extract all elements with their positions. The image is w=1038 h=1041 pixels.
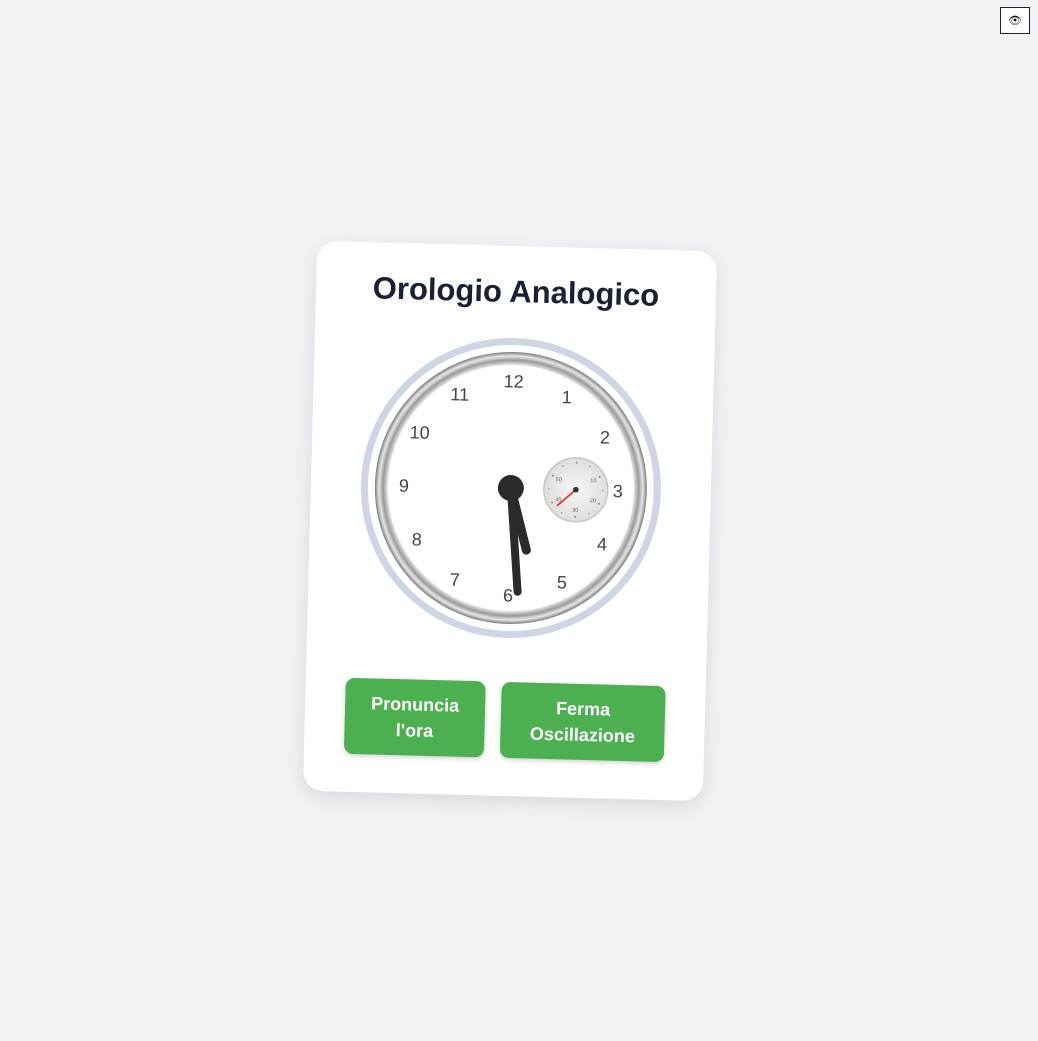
- clock-number: 3: [613, 481, 624, 501]
- clock-number: 12: [503, 371, 524, 392]
- clock-number: 1: [561, 387, 572, 407]
- clock-number: 6: [503, 585, 514, 605]
- page-title: Orologio Analogico: [372, 270, 660, 313]
- clock-number: 5: [557, 572, 568, 592]
- subdial-label: 30: [572, 508, 578, 514]
- clock-number: 2: [600, 427, 611, 447]
- analog-clock: 12 1 2 3 4 5 6 7 8 9 10 11 10 20 30 40 50: [357, 334, 665, 642]
- clock-card: Orologio Analogico 12123456789: [302, 240, 718, 802]
- clock-number: 7: [450, 570, 461, 590]
- clock-number: 10: [409, 422, 430, 443]
- subdial-label: 50: [556, 477, 562, 483]
- stop-oscillation-button[interactable]: Ferma Oscillazione: [499, 681, 666, 763]
- clock-number: 8: [412, 529, 423, 549]
- visibility-toggle-button[interactable]: 👁: [1000, 7, 1030, 34]
- eye-icon: 👁: [1008, 15, 1022, 27]
- subdial-label: 10: [590, 478, 596, 484]
- speak-time-button[interactable]: Pronuncia l'ora: [343, 677, 486, 758]
- clock-number: 11: [450, 384, 469, 404]
- subdial-label: 20: [590, 498, 596, 504]
- seconds-subdial: 1020304050: [543, 456, 609, 523]
- clock-face-svg: 121234567891011 1020304050: [360, 338, 661, 639]
- clock-number: 9: [399, 476, 410, 496]
- clock-number: 4: [597, 534, 608, 554]
